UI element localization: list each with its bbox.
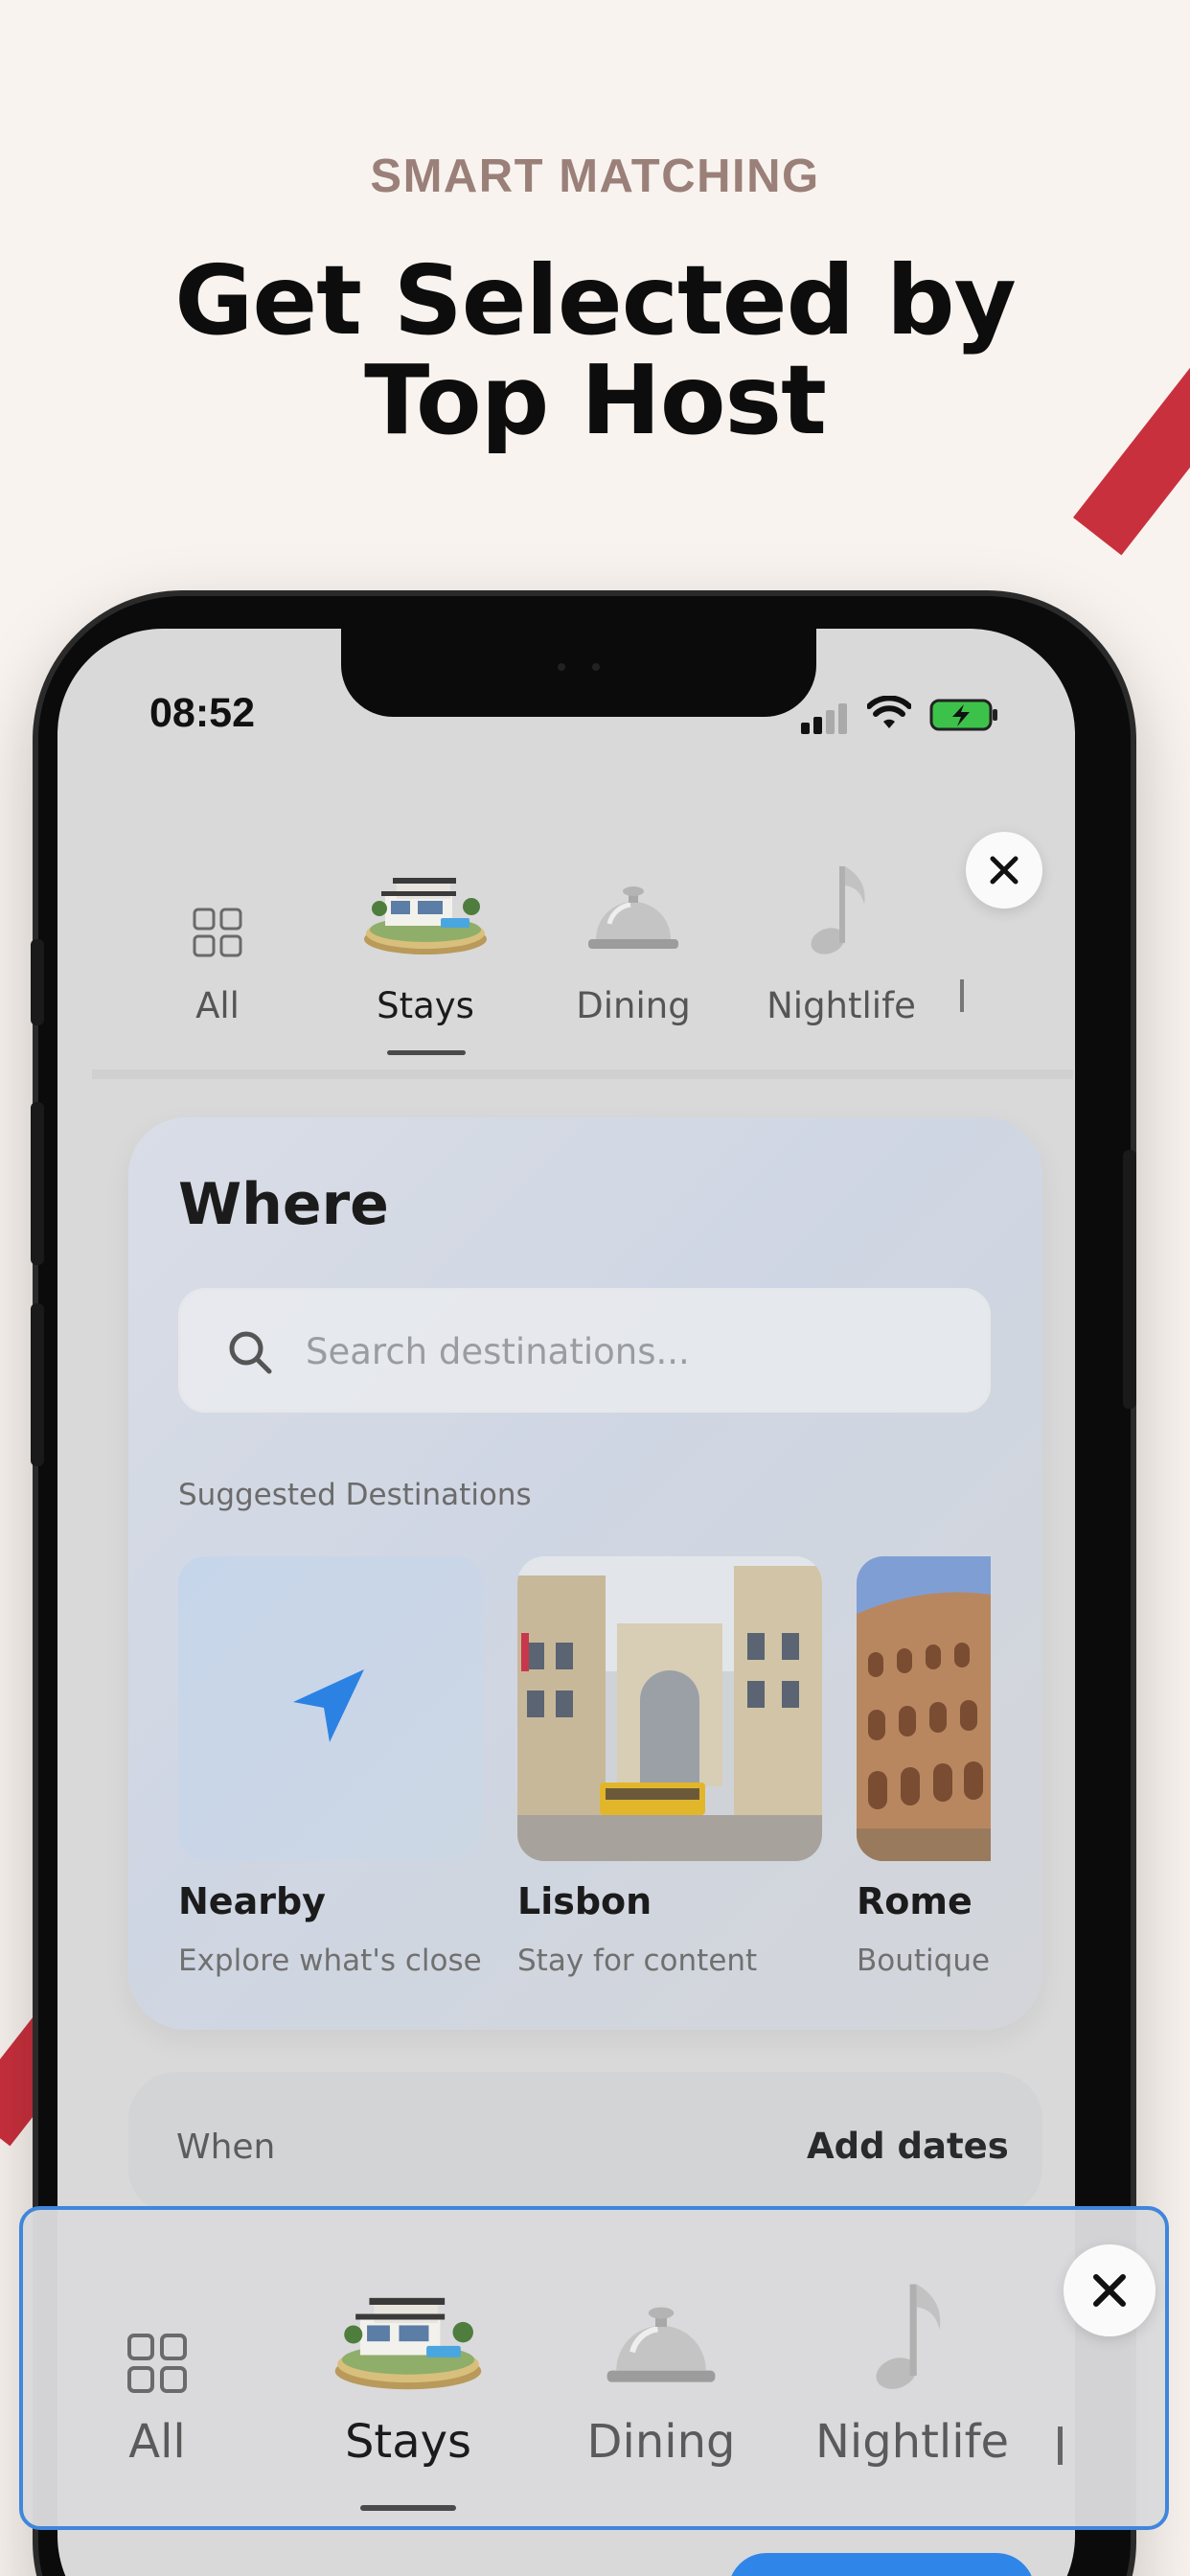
- volume-down-button: [31, 1303, 44, 1466]
- mute-switch: [31, 939, 44, 1025]
- destination-subtitle: Boutique: [857, 1944, 991, 1978]
- more-tabs-indicator: [960, 979, 964, 1012]
- close-icon: [1093, 2274, 1126, 2307]
- wifi-icon: [867, 696, 911, 728]
- tab-nightlife[interactable]: Nightlife: [797, 2269, 1027, 2469]
- music-note-icon: [811, 866, 865, 954]
- house-icon: [334, 2297, 482, 2390]
- destination-name: Nearby: [178, 1880, 326, 1922]
- sensor-dot: [592, 663, 600, 671]
- when-label: When: [176, 2128, 276, 2167]
- search-input[interactable]: Search destinations...: [178, 1288, 991, 1413]
- search-placeholder: Search destinations...: [306, 1331, 690, 1372]
- headline-line-2: Top Host: [364, 344, 827, 456]
- destination-name: Rome: [857, 1880, 973, 1922]
- more-tabs-indicator: [1058, 2426, 1063, 2465]
- active-tab-indicator: [387, 1050, 466, 1055]
- navigation-arrow-icon: [293, 1669, 364, 1742]
- house-icon: [364, 878, 487, 954]
- suggested-destinations-label: Suggested Destinations: [178, 1478, 532, 1512]
- lisbon-photo: [517, 1556, 822, 1861]
- grid-icon: [193, 908, 242, 957]
- destination-subtitle: Stay for content: [517, 1944, 758, 1978]
- where-title: Where: [178, 1171, 389, 1238]
- status-time: 08:52: [149, 690, 255, 736]
- grid-icon: [127, 2334, 187, 2393]
- eyebrow-label: SMART MATCHING: [370, 150, 820, 202]
- service-bell-icon: [606, 2307, 716, 2382]
- battery-charging-icon: [929, 699, 997, 731]
- tab-all[interactable]: All: [126, 853, 309, 1026]
- headline-line-1: Get Selected by: [174, 244, 1017, 356]
- destination-name: Lisbon: [517, 1880, 652, 1922]
- tab-label: Nightlife: [814, 2415, 1010, 2469]
- tab-label: Nightlife: [767, 985, 916, 1026]
- tab-label: Stays: [344, 2415, 472, 2469]
- notch: [341, 629, 816, 717]
- signal-icon: [801, 702, 851, 734]
- tab-dining[interactable]: Dining: [546, 2269, 776, 2469]
- music-note-icon: [876, 2284, 941, 2389]
- volume-up-button: [31, 1102, 44, 1265]
- add-dates-button[interactable]: Add dates: [807, 2126, 1009, 2167]
- tab-all[interactable]: All: [42, 2269, 272, 2469]
- headline: Get Selected by Top Host: [0, 251, 1190, 450]
- tab-label: Dining: [586, 2415, 736, 2469]
- tab-label: Stays: [377, 985, 474, 1026]
- search-icon: [229, 1331, 272, 1374]
- rome-photo: [857, 1556, 991, 1861]
- tab-nightlife[interactable]: Nightlife: [750, 853, 932, 1026]
- service-bell-icon: [588, 886, 678, 949]
- destination-subtitle: Explore what's close: [178, 1944, 482, 1978]
- camera-dot: [558, 663, 565, 671]
- close-button[interactable]: [1064, 2244, 1156, 2336]
- close-icon: [990, 856, 1018, 885]
- tab-stays[interactable]: Stays: [334, 853, 516, 1026]
- tab-label: All: [128, 2415, 186, 2469]
- tab-stays[interactable]: Stays: [293, 2269, 523, 2469]
- active-tab-indicator: [360, 2505, 456, 2511]
- tab-label: Dining: [576, 985, 691, 1026]
- section-divider: [92, 1070, 1073, 1079]
- tab-dining[interactable]: Dining: [542, 853, 724, 1026]
- close-button[interactable]: [966, 832, 1042, 908]
- power-button: [1123, 1150, 1136, 1409]
- primary-action-button[interactable]: [728, 2553, 1035, 2576]
- destination-lisbon-tile[interactable]: [517, 1556, 822, 1861]
- destination-rome-tile[interactable]: [857, 1556, 991, 1861]
- tab-label: All: [195, 985, 240, 1026]
- destination-nearby-tile[interactable]: [178, 1556, 483, 1861]
